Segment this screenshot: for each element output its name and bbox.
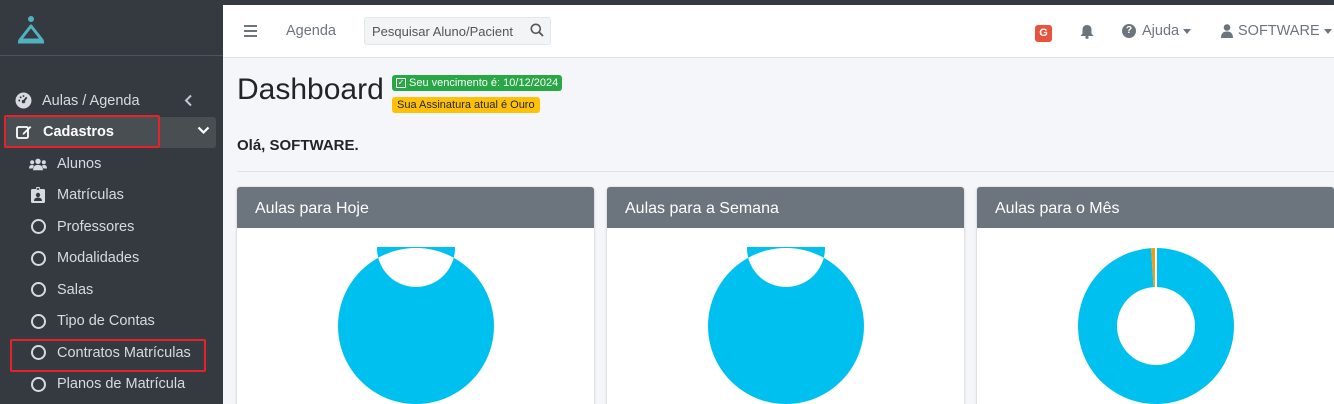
sidebar-subitem-label: Professores xyxy=(57,218,135,235)
sidebar-subitem-modalidades[interactable]: Modalidades xyxy=(0,243,223,275)
help-dropdown[interactable]: ? Ajuda xyxy=(1122,23,1192,39)
check-square-icon: ✓ xyxy=(396,78,406,88)
sidebar-subitem-matriculas[interactable]: Matrículas xyxy=(0,180,223,212)
agenda-link[interactable]: Agenda xyxy=(286,23,336,39)
card-title: Aulas para a Semana xyxy=(607,187,964,228)
caret-down-icon xyxy=(1183,28,1192,34)
user-label: SOFTWARE xyxy=(1238,23,1320,39)
edit-icon xyxy=(15,123,33,141)
user-dropdown[interactable]: SOFTWARE xyxy=(1221,23,1332,39)
sidebar-item-label: Cadastros xyxy=(43,124,114,141)
question-circle-icon: ? xyxy=(1122,24,1136,38)
sidebar-item-aulas-agenda[interactable]: Aulas / Agenda xyxy=(0,85,223,117)
top-navbar: Agenda G ? Ajuda SOFTWARE xyxy=(223,5,1334,58)
sidebar-subitem-contratos-matriculas[interactable]: Contratos Matrículas xyxy=(0,337,223,369)
sidebar-subitem-label: Matrículas xyxy=(57,187,124,204)
circle-icon xyxy=(30,313,46,329)
sidebar-item-label: Aulas / Agenda xyxy=(42,92,140,109)
id-badge-icon xyxy=(29,186,47,204)
sidebar-subitem-planos-de-matricula[interactable]: Planos de Matrícula xyxy=(0,369,223,401)
card-body xyxy=(977,228,1334,404)
circle-icon xyxy=(30,219,46,235)
donut-chart-hoje xyxy=(338,247,494,404)
search-icon[interactable] xyxy=(530,23,544,37)
circle-icon xyxy=(30,282,46,298)
sidebar: Aulas / Agenda Cadastros Alunos Matrícul… xyxy=(0,5,223,404)
card-body xyxy=(237,228,594,404)
tachometer-icon xyxy=(14,92,32,110)
sidebar-item-cadastros[interactable]: Cadastros xyxy=(6,116,216,148)
sidebar-subitem-tipo-de-contas[interactable]: Tipo de Contas xyxy=(0,306,223,338)
greeting-text: Olá, SOFTWARE. xyxy=(237,137,359,154)
sidebar-nav: Aulas / Agenda Cadastros Alunos Matrícul… xyxy=(0,85,223,400)
card-title: Aulas para o Mês xyxy=(977,187,1334,228)
brand[interactable] xyxy=(0,5,223,56)
card-aulas-semana: Aulas para a Semana xyxy=(607,187,964,404)
sidebar-subitem-label: Tipo de Contas xyxy=(57,313,155,330)
caret-down-icon xyxy=(1323,28,1332,34)
card-body xyxy=(607,228,964,404)
sidebar-subitem-label: Planos de Matrícula xyxy=(57,376,186,393)
user-icon xyxy=(1221,24,1233,38)
logo-icon xyxy=(18,16,44,44)
sidebar-subitem-alunos[interactable]: Alunos xyxy=(0,148,223,180)
sidebar-subitem-label: Modalidades xyxy=(57,250,140,267)
due-date-text: Seu vencimento é: 10/12/2024 xyxy=(409,77,559,89)
chevron-left-icon xyxy=(184,94,192,107)
donut-chart-semana xyxy=(708,247,864,404)
sidebar-subitem-label: Contratos Matrículas xyxy=(57,344,191,361)
sidebar-subitem-label: Salas xyxy=(57,281,94,298)
page-title: Dashboard xyxy=(237,73,384,106)
sidebar-subitem-label: Alunos xyxy=(57,155,102,172)
sidebar-subitem-salas[interactable]: Salas xyxy=(0,274,223,306)
help-label: Ajuda xyxy=(1142,23,1180,39)
search-input[interactable] xyxy=(365,18,515,44)
card-aulas-hoje: Aulas para Hoje xyxy=(237,187,594,404)
users-icon xyxy=(29,155,47,173)
sidebar-subitem-professores[interactable]: Professores xyxy=(0,211,223,243)
divider xyxy=(237,171,1334,172)
circle-icon xyxy=(30,345,46,361)
card-aulas-mes: Aulas para o Mês xyxy=(977,187,1334,404)
card-title: Aulas para Hoje xyxy=(237,187,594,228)
circle-icon xyxy=(30,376,46,392)
g-app-icon[interactable]: G xyxy=(1035,25,1052,42)
hamburger-menu-icon[interactable] xyxy=(244,25,257,37)
chevron-down-icon xyxy=(197,126,210,134)
donut-chart-mes xyxy=(1078,248,1234,404)
circle-icon xyxy=(30,250,46,266)
search-box xyxy=(364,17,551,45)
bell-icon[interactable] xyxy=(1080,24,1094,39)
plan-badge: Sua Assinatura atual é Ouro xyxy=(392,97,540,113)
due-date-badge: ✓ Seu vencimento é: 10/12/2024 xyxy=(392,75,563,91)
